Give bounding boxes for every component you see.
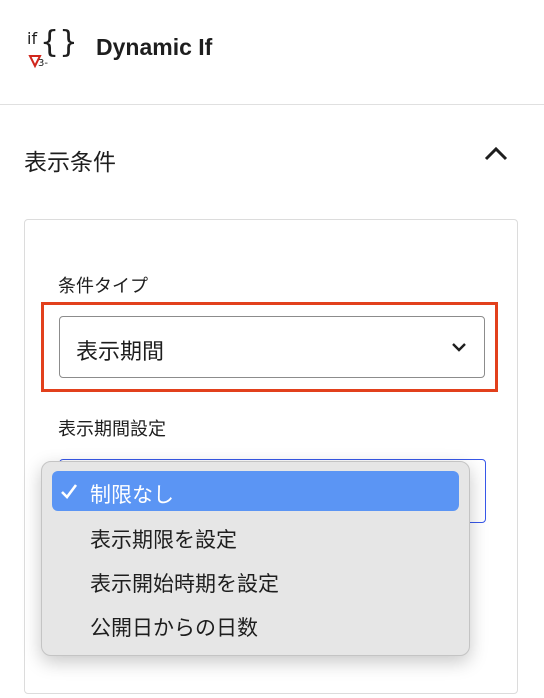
option-label: 公開日からの日数 (90, 616, 258, 640)
dropdown-option-set-expiry[interactable]: 表示期限を設定 (52, 516, 459, 556)
option-label: 表示開始時期を設定 (90, 572, 279, 596)
svg-text:if: if (27, 29, 37, 48)
period-setting-dropdown: 制限なし 表示期限を設定 表示開始時期を設定 公開日からの日数 (41, 461, 470, 656)
chevron-up-icon[interactable] (482, 144, 510, 164)
option-label: 制限なし (90, 483, 174, 507)
condition-type-label: 条件タイプ (58, 276, 148, 297)
app-title: Dynamic If (96, 34, 213, 60)
plugin-header: if {} 3- Dynamic If (0, 0, 544, 105)
option-label: 表示期限を設定 (90, 528, 237, 552)
dropdown-option-set-start[interactable]: 表示開始時期を設定 (52, 560, 459, 600)
svg-text:{}: {} (40, 25, 74, 60)
svg-text:3-: 3- (38, 58, 48, 69)
chevron-down-icon (452, 343, 466, 352)
condition-type-value: 表示期間 (76, 340, 165, 365)
period-setting-label: 表示期間設定 (58, 419, 166, 440)
dynamic-if-logo-icon: if {} 3- (27, 25, 74, 69)
condition-type-select[interactable]: 表示期間 (59, 316, 485, 378)
checkmark-icon (61, 484, 78, 499)
display-condition-panel-toggle[interactable]: 表示条件 (0, 105, 544, 209)
panel-title: 表示条件 (24, 150, 116, 176)
dropdown-option-no-limit[interactable]: 制限なし (52, 471, 459, 511)
dropdown-option-days-since-publish[interactable]: 公開日からの日数 (52, 604, 459, 644)
